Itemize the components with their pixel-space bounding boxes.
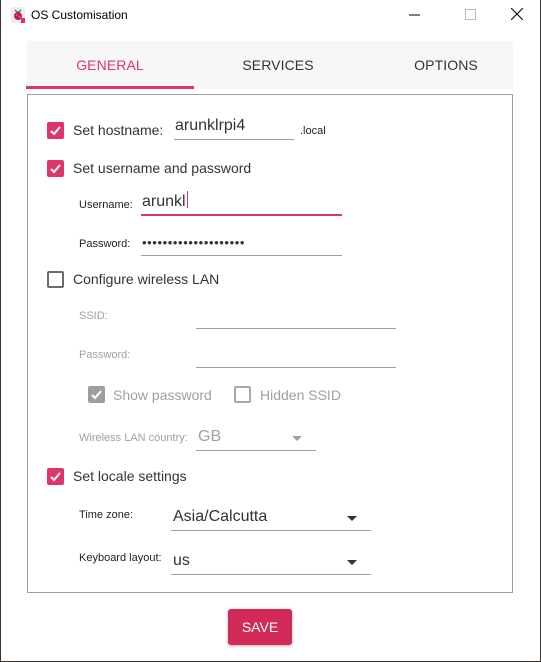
maximize-button[interactable] — [447, 0, 493, 31]
wlan-country-label: Wireless LAN country: — [79, 432, 188, 444]
minimize-icon — [408, 7, 420, 25]
username-label: Username: — [79, 199, 133, 211]
hidden-ssid-label: Hidden SSID — [260, 387, 341, 403]
dropdown-arrow-icon — [292, 436, 302, 441]
title-bar: OS Customisation — [1, 0, 540, 31]
wlan-country-select[interactable]: GB — [196, 426, 316, 451]
hostname-suffix: .local — [300, 125, 326, 137]
tab-general[interactable]: GENERAL — [26, 41, 194, 89]
check-icon — [50, 164, 61, 174]
check-icon — [50, 472, 61, 482]
locale-checkbox[interactable] — [47, 468, 64, 485]
minimize-button[interactable] — [391, 0, 437, 31]
check-icon — [50, 126, 61, 136]
ssid-input[interactable] — [196, 304, 396, 329]
check-icon — [91, 390, 102, 400]
active-tab-indicator — [26, 86, 194, 89]
timezone-select[interactable]: Asia/Calcutta — [171, 506, 371, 531]
text-caret — [186, 191, 189, 208]
dropdown-arrow-icon — [347, 560, 357, 565]
username-input[interactable]: arunkl — [141, 190, 342, 216]
tab-options[interactable]: OPTIONS — [362, 41, 530, 89]
show-password-label: Show password — [113, 387, 212, 403]
keyboard-select[interactable]: us — [171, 550, 371, 575]
os-customisation-window: OS Customisation GENERAL SERVICES OPTION… — [1, 0, 540, 661]
locale-label: Set locale settings — [73, 468, 187, 484]
maximize-icon — [464, 7, 476, 25]
close-button[interactable] — [494, 0, 540, 31]
close-icon — [510, 7, 524, 25]
dropdown-arrow-icon — [347, 516, 357, 521]
raspberry-pi-icon — [11, 7, 25, 23]
timezone-label: Time zone: — [79, 509, 134, 521]
hostname-checkbox[interactable] — [47, 122, 64, 139]
wlan-label: Configure wireless LAN — [73, 271, 220, 287]
keyboard-label: Keyboard layout: — [79, 552, 162, 564]
wlan-checkbox[interactable] — [47, 271, 64, 288]
wlan-password-input[interactable] — [196, 343, 396, 368]
user-label: Set username and password — [73, 160, 252, 176]
wlan-password-label: Password: — [79, 349, 131, 361]
hostname-label: Set hostname: — [73, 122, 164, 138]
show-password-checkbox[interactable] — [88, 386, 105, 403]
user-checkbox[interactable] — [47, 160, 64, 177]
general-panel: Set hostname: arunklrpi4 .local Set user… — [27, 94, 513, 593]
tab-bar: GENERAL SERVICES OPTIONS — [26, 41, 513, 89]
save-button[interactable]: SAVE — [228, 609, 292, 645]
tab-services[interactable]: SERVICES — [194, 41, 362, 89]
hostname-input[interactable]: arunklrpi4 — [174, 115, 294, 140]
window-title: OS Customisation — [31, 8, 128, 22]
hidden-ssid-checkbox[interactable] — [234, 386, 251, 403]
password-input[interactable]: •••••••••••••••••••• — [141, 231, 342, 256]
ssid-label: SSID: — [79, 310, 108, 322]
password-label: Password: — [79, 238, 131, 250]
